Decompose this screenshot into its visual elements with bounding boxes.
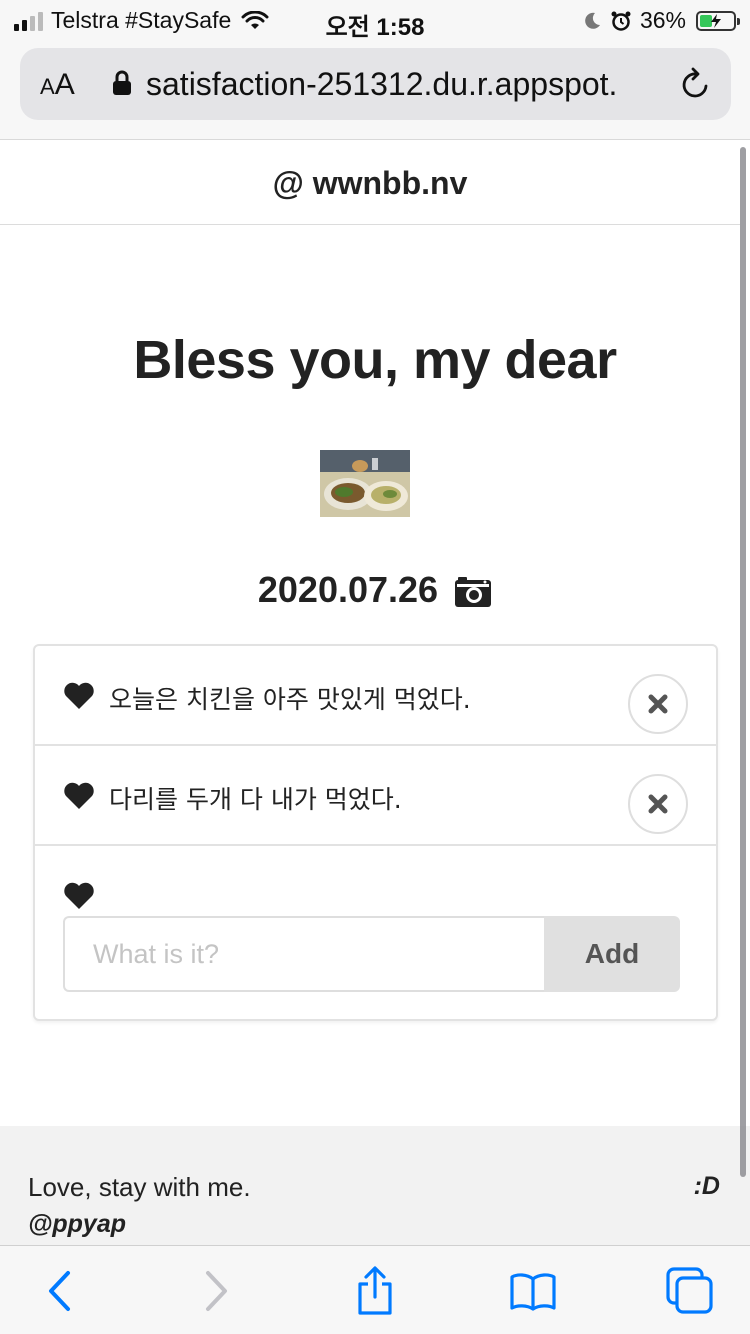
footer-handle[interactable]: @ppyap	[28, 1210, 126, 1239]
site-header[interactable]: @ wwnbb.nv	[0, 141, 740, 225]
entry-text: 다리를 두개 다 내가 먹었다.	[109, 785, 402, 814]
battery-icon	[696, 10, 740, 31]
carrier-name: Telstra #StaySafe	[51, 7, 232, 33]
url-text[interactable]: satisfaction-251312.du.r.appspot.	[146, 66, 666, 103]
delete-button[interactable]	[628, 774, 688, 834]
scroll-indicator	[740, 147, 746, 1177]
heart-icon	[64, 782, 94, 809]
camera-icon[interactable]	[454, 576, 492, 608]
tabs-icon	[666, 1267, 713, 1314]
browser-chrome: Telstra #StaySafe 오전 1:58 36% AA satisfa…	[0, 0, 750, 140]
lock-icon	[113, 70, 131, 95]
date-row: 2020.07.26	[0, 569, 750, 611]
close-icon	[648, 694, 668, 714]
bookmarks-button[interactable]	[503, 1266, 563, 1316]
footer-message: Love, stay with me.	[28, 1172, 251, 1202]
signal-icon	[14, 11, 43, 31]
entry-input[interactable]	[63, 916, 544, 992]
forward-button[interactable]	[186, 1266, 246, 1316]
add-entry-form: Add	[35, 846, 716, 1021]
clock: 오전 1:58	[325, 14, 425, 41]
battery-percent: 36%	[639, 7, 686, 33]
food-photo[interactable]	[320, 450, 410, 517]
web-page: @ wwnbb.nv Bless you, my dear 2020.07.26	[0, 141, 750, 1245]
page-footer: Love, stay with me. @ppyap :D	[0, 1126, 750, 1245]
heart-icon	[64, 682, 94, 709]
share-button[interactable]	[345, 1266, 405, 1316]
entry-date: 2020.07.26	[257, 569, 439, 610]
share-icon	[358, 1266, 392, 1315]
status-bar: Telstra #StaySafe 오전 1:58 36%	[0, 0, 750, 42]
moon-icon	[585, 12, 600, 29]
bookmarks-icon	[510, 1273, 556, 1311]
close-icon	[648, 794, 668, 814]
entries-card: 오늘은 치킨을 아주 맛있게 먹었다. 다리를 두개 다 내가 먹었다. Wha…	[33, 644, 718, 1021]
back-icon	[49, 1271, 70, 1311]
heart-icon	[64, 882, 94, 909]
entry-text: 오늘은 치킨을 아주 맛있게 먹었다.	[109, 685, 471, 714]
footer-smiley: :D	[693, 1172, 720, 1200]
page-title: Bless you, my dear	[133, 330, 617, 390]
address-bar[interactable]: AA satisfaction-251312.du.r.appspot.	[20, 48, 731, 120]
wifi-icon	[241, 10, 269, 29]
forward-icon	[206, 1271, 227, 1311]
add-button[interactable]: Add	[544, 916, 680, 992]
delete-button[interactable]	[628, 674, 688, 734]
tabs-button[interactable]	[660, 1266, 720, 1316]
back-button[interactable]	[30, 1266, 90, 1316]
text-size-button[interactable]: AA	[40, 68, 75, 102]
list-item: 다리를 두개 다 내가 먹었다.	[35, 746, 716, 846]
reload-icon[interactable]	[679, 66, 713, 102]
list-item: 오늘은 치킨을 아주 맛있게 먹었다.	[35, 646, 716, 746]
safari-toolbar	[0, 1245, 750, 1334]
alarm-icon	[611, 11, 631, 31]
